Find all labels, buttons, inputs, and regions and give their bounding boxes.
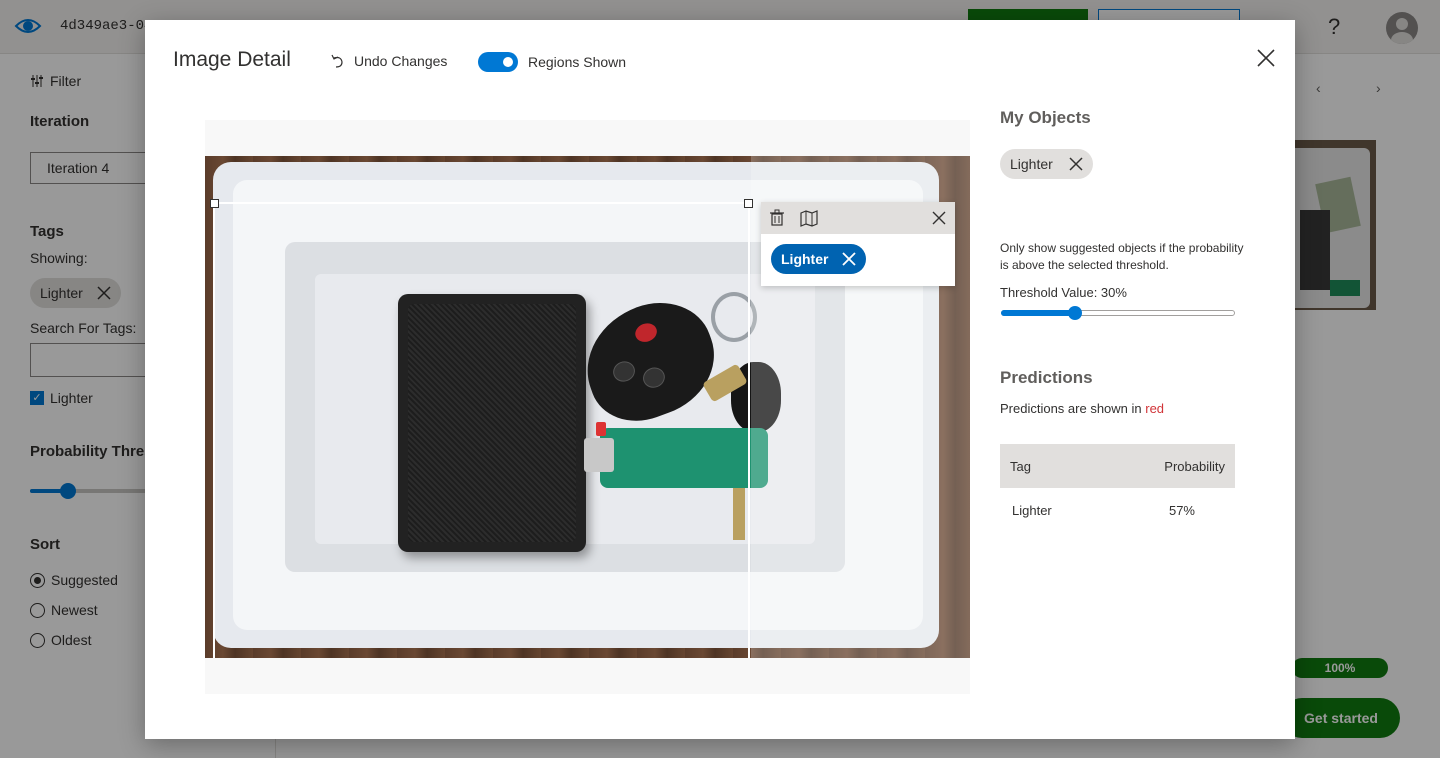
threshold-help-text: Only show suggested objects if the proba… [1000,241,1244,272]
region-tag-label: Lighter [781,251,829,267]
prediction-probability: 57% [1168,502,1195,518]
predictions-note-text: Predictions are shown in [1000,401,1146,416]
close-icon[interactable] [1069,157,1083,171]
region-toolbar [761,202,955,234]
undo-changes-button[interactable]: Undo Changes [331,53,447,69]
predictions-color-word: red [1145,401,1165,416]
modal-title: Image Detail [173,48,291,71]
table-row[interactable]: Lighter 57% [1000,488,1235,532]
region-bounding-box[interactable] [210,199,753,658]
threshold-value-label: Threshold Value: 30% [1000,285,1127,300]
undo-label: Undo Changes [354,53,448,69]
detail-image[interactable]: Lighter [205,156,970,658]
resize-handle-top-right[interactable] [744,199,753,208]
close-icon[interactable] [1255,47,1277,69]
region-tag-chip[interactable]: Lighter [771,244,867,274]
region-tag-popup: Lighter [761,202,955,286]
predictions-note: Predictions are shown in red [1000,401,1164,416]
close-icon[interactable] [842,252,857,266]
object-tag-chip[interactable]: Lighter [1000,149,1093,179]
column-header-probability: Probability [1164,458,1225,474]
predictions-table: Tag Probability Lighter 57% [1000,444,1235,532]
predictions-title: Predictions [1000,368,1093,387]
object-tag-label: Lighter [1010,156,1053,172]
threshold-slider-fill [1001,310,1075,316]
regions-toggle-label: Regions Shown [528,54,627,70]
undo-icon [331,54,343,68]
regions-toggle-group: Regions Shown [478,52,626,72]
threshold-slider-thumb[interactable] [1068,306,1082,320]
regions-shown-toggle[interactable] [478,52,518,72]
prediction-tag: Lighter [1012,502,1052,518]
predictions-table-header: Tag Probability [1000,444,1235,488]
trash-icon[interactable] [767,208,787,228]
resize-handle-top-left[interactable] [210,199,219,208]
map-icon[interactable] [799,208,819,228]
my-objects-title: My Objects [1000,108,1091,127]
image-detail-modal: Image Detail Undo Changes Regions Shown [145,20,1295,739]
column-header-tag: Tag [1010,458,1031,474]
threshold-slider[interactable] [1001,306,1235,320]
close-icon[interactable] [929,208,949,228]
image-canvas[interactable]: Lighter [205,120,970,694]
